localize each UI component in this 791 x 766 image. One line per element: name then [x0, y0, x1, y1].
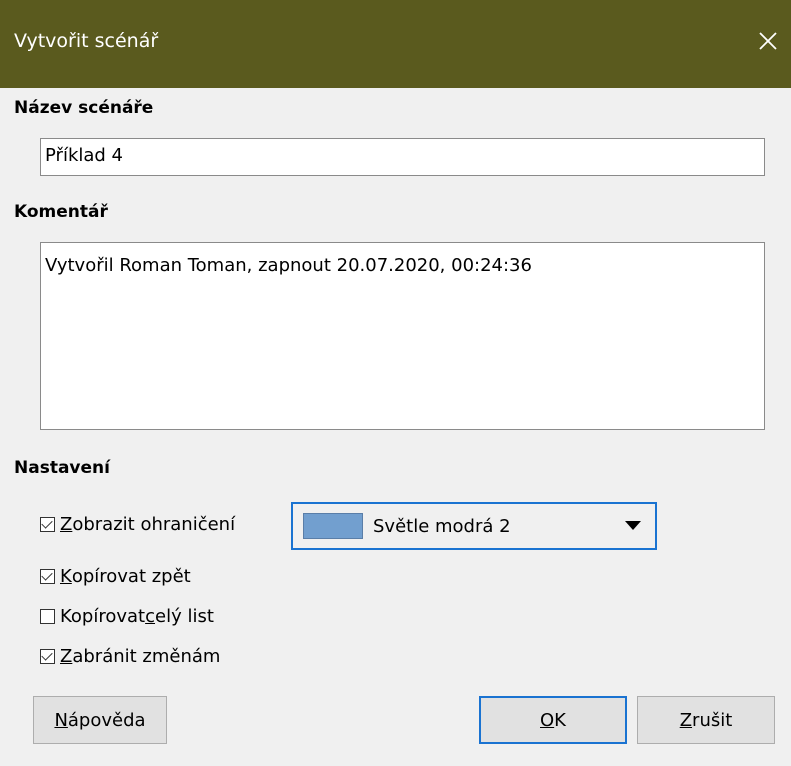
checkbox-box[interactable]	[40, 649, 55, 664]
comment-heading: Komentář	[14, 202, 108, 222]
color-swatch	[303, 513, 363, 539]
title-bar: Vytvořit scénář	[0, 0, 791, 88]
copy-sheet-label: elý list	[155, 606, 214, 627]
checkbox-box[interactable]	[40, 569, 55, 584]
ok-button[interactable]: OK	[479, 696, 627, 744]
help-mnemonic: N	[54, 709, 68, 731]
prevent-changes-label: abránit změnám	[72, 646, 221, 667]
ok-mnemonic: O	[540, 709, 555, 731]
copy-back-label: opírovat zpět	[71, 566, 191, 587]
prevent-changes-checkbox[interactable]: Zabránit změnám	[40, 646, 220, 667]
ok-label: K	[554, 709, 566, 731]
show-border-mnemonic: Z	[60, 514, 73, 535]
help-label: ápověda	[67, 709, 146, 731]
help-button[interactable]: Nápověda	[33, 696, 167, 744]
show-border-label: obrazit ohraničení	[72, 514, 236, 535]
checkbox-box[interactable]	[40, 517, 55, 532]
scenario-name-input[interactable]: Příklad 4	[40, 138, 765, 176]
copy-back-checkbox[interactable]: Kopírovat zpět	[40, 566, 191, 587]
copy-back-mnemonic: K	[60, 566, 72, 587]
close-icon[interactable]	[757, 30, 779, 52]
window-title: Vytvořit scénář	[14, 30, 159, 52]
checkbox-box[interactable]	[40, 609, 55, 624]
border-color-dropdown[interactable]: Světle modrá 2	[291, 502, 657, 550]
show-border-checkbox[interactable]: Zobrazit ohraničení	[40, 514, 235, 535]
prevent-changes-mnemonic: Z	[60, 646, 73, 667]
copy-sheet-checkbox[interactable]: Kopírovat c elý list	[40, 606, 214, 627]
cancel-mnemonic: Z	[679, 709, 693, 731]
cancel-button[interactable]: Zrušit	[637, 696, 775, 744]
cancel-label: rušit	[692, 709, 733, 731]
border-color-value: Světle modrá 2	[373, 515, 511, 537]
comment-textarea[interactable]: Vytvořil Roman Toman, zapnout 20.07.2020…	[40, 242, 765, 430]
settings-heading: Nastavení	[14, 458, 110, 478]
copy-sheet-label-pre: Kopírovat	[60, 606, 146, 627]
copy-sheet-mnemonic: c	[145, 606, 156, 627]
scenario-name-heading: Název scénáře	[14, 98, 154, 118]
dropdown-arrow-icon[interactable]	[625, 521, 641, 530]
